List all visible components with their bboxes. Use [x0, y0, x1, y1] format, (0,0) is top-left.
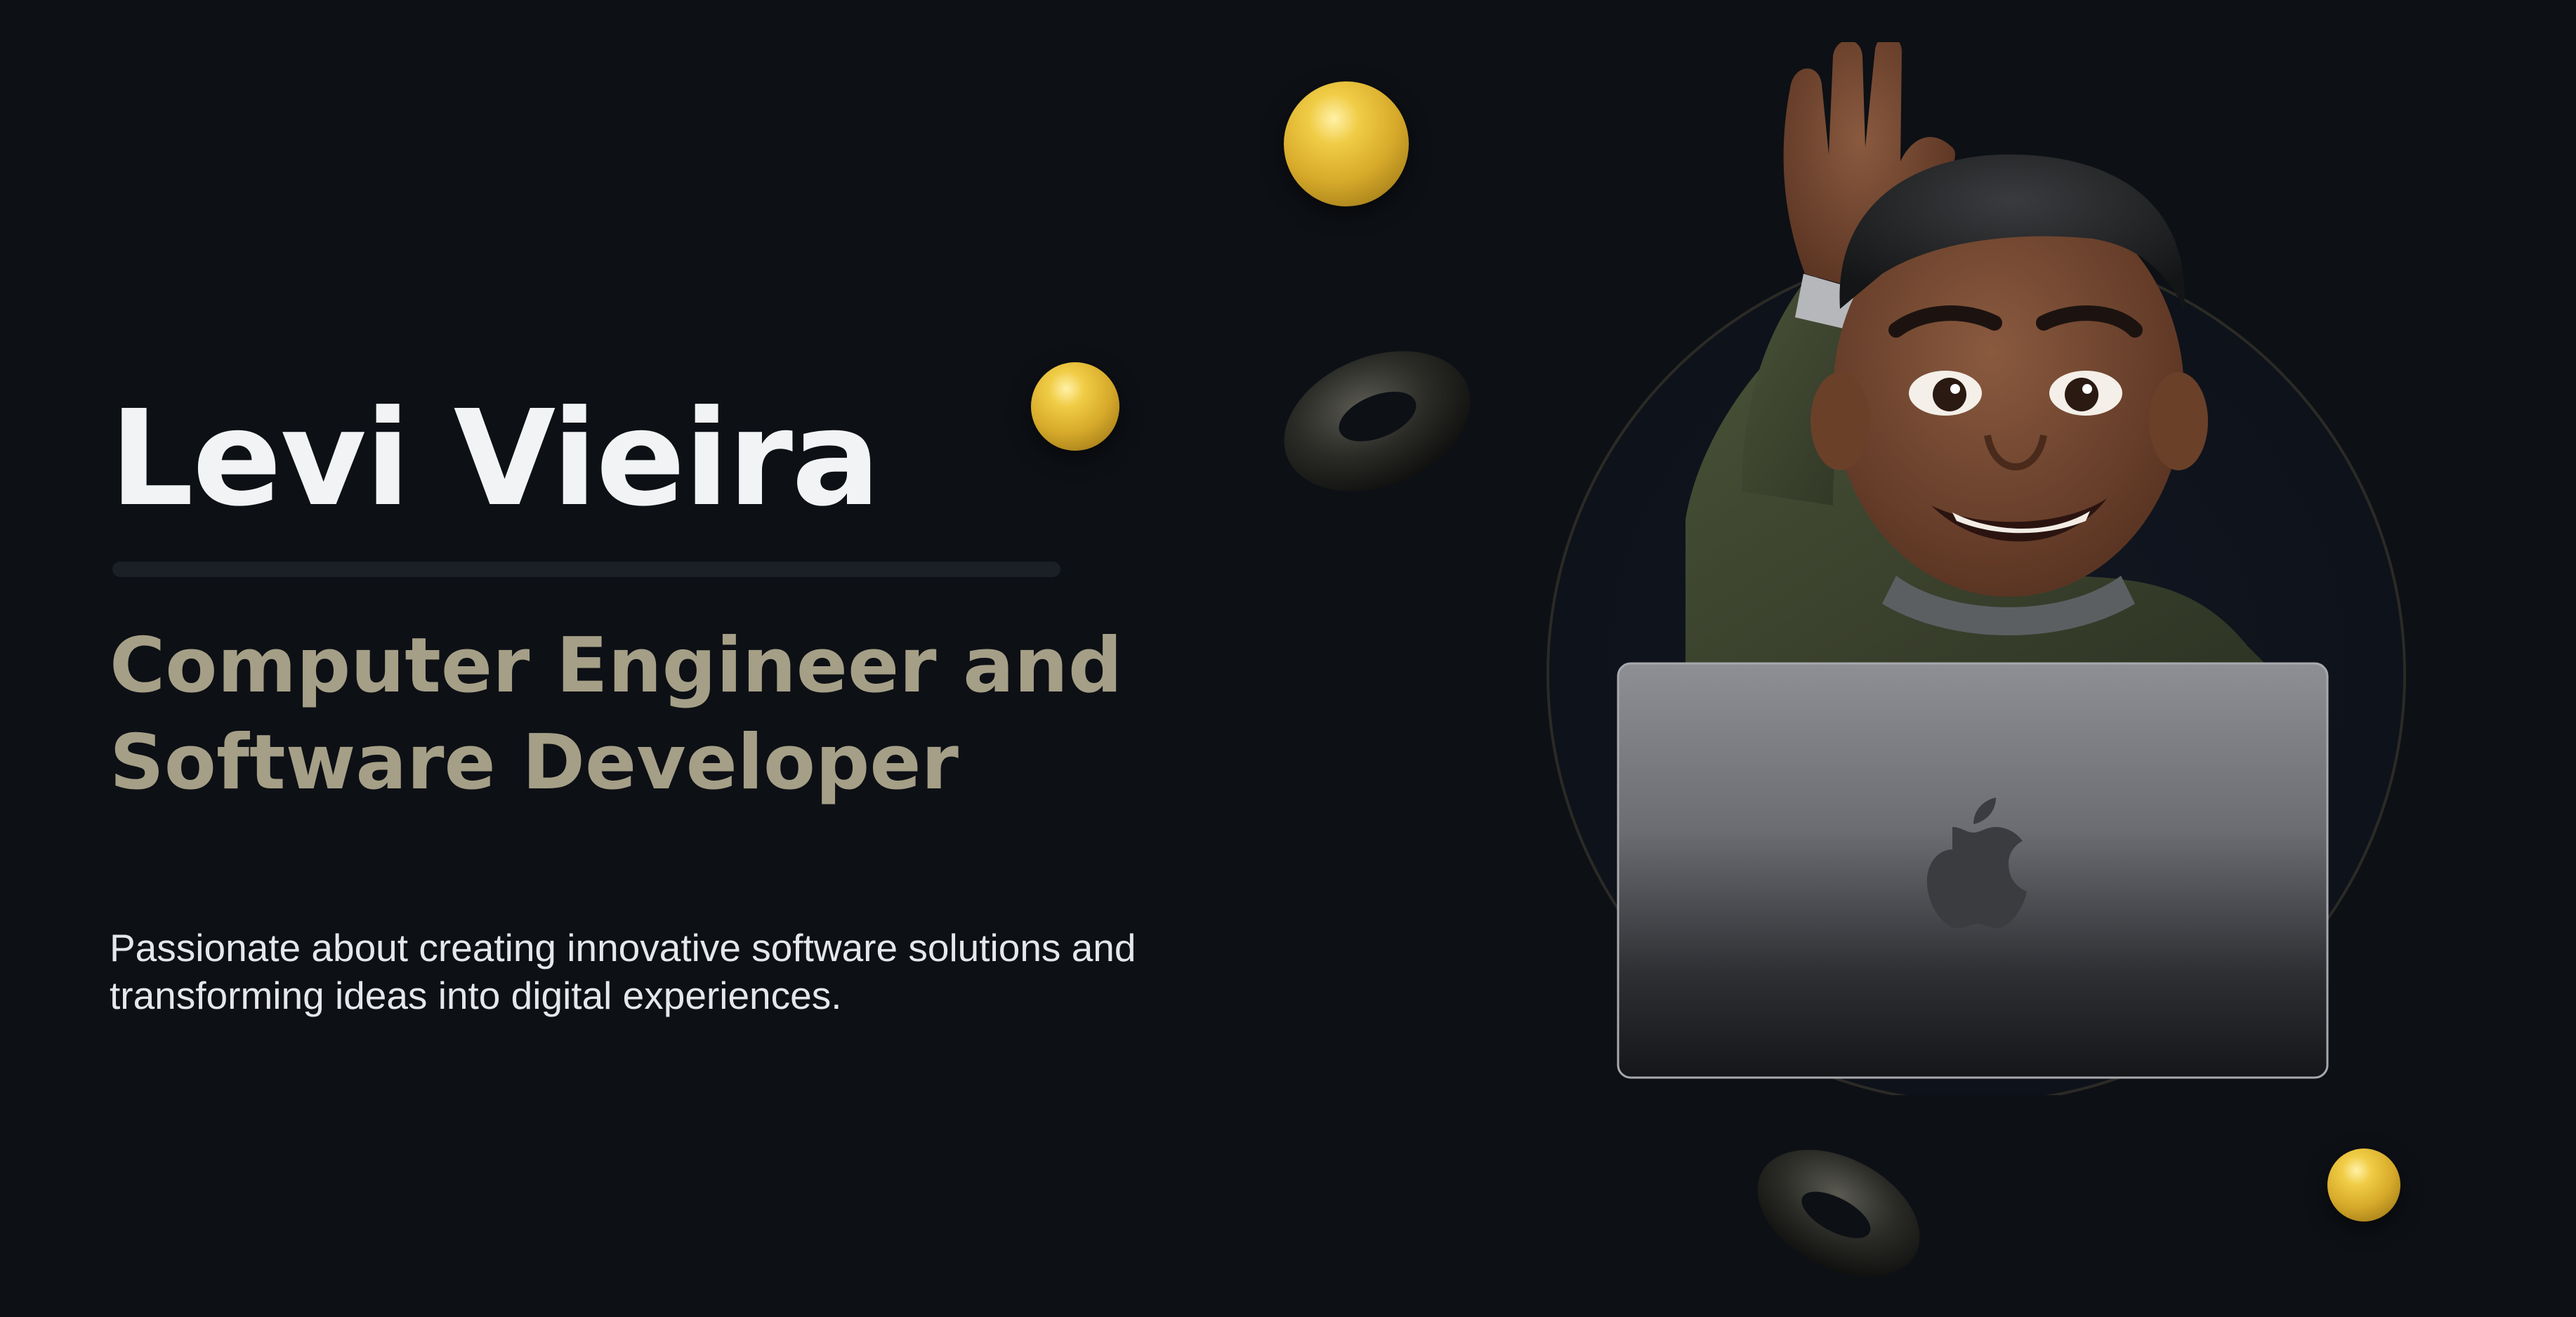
hero-title-line-2: Software Developer: [110, 719, 959, 807]
dark-torus-upper: [1284, 351, 1471, 491]
avatar-ear-right: [2149, 372, 2208, 470]
hero-tagline-line-1: Passionate about creating innovative sof…: [110, 926, 1136, 969]
avatar-ear-left: [1811, 372, 1869, 470]
gold-sphere-large: [1284, 81, 1409, 206]
hero-title-line-1: Computer Engineer and: [110, 622, 1123, 710]
hero-tagline-line-2: transforming ideas into digital experien…: [110, 974, 842, 1017]
hero-name: Levi Vieira: [110, 382, 881, 536]
memoji-avatar-illustration: [1546, 42, 2406, 1095]
gold-sphere-small: [2327, 1149, 2400, 1222]
gold-sphere-medium: [1031, 362, 1119, 451]
hero-tagline: Passionate about creating innovative sof…: [110, 924, 1346, 1019]
hero-divider: [112, 562, 1060, 577]
dark-torus-lower: [1757, 1149, 1920, 1277]
hero-title: Computer Engineer and Software Developer: [110, 618, 1303, 812]
